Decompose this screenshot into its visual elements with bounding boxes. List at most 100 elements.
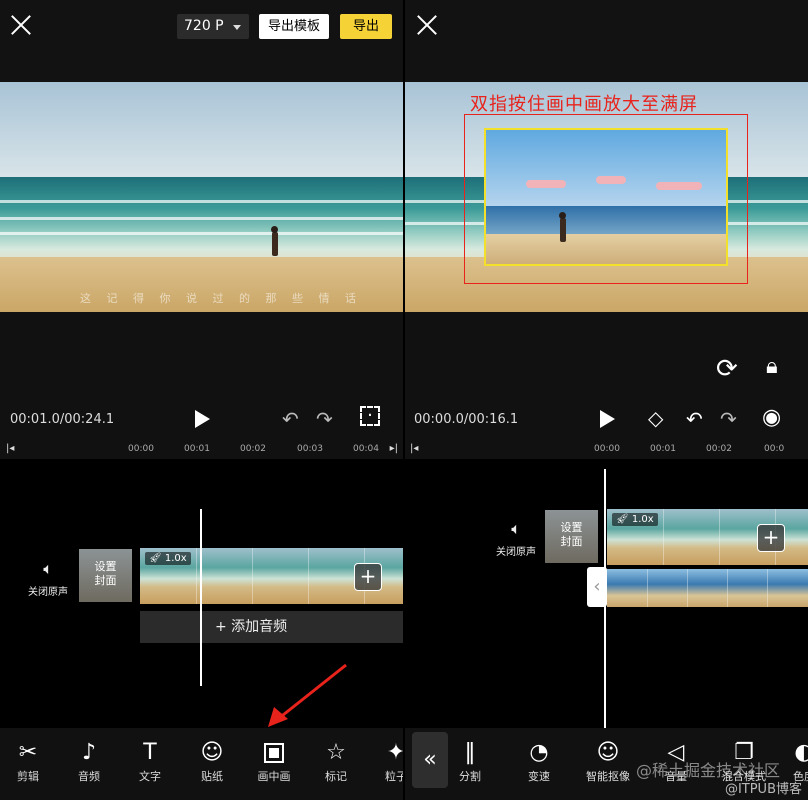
bookmark-icon: ☆	[326, 740, 346, 765]
speed-badge: 🚀︎ 1.0x	[612, 513, 658, 526]
jump-end-icon[interactable]: ▸|	[390, 443, 398, 454]
pip-clip[interactable]	[607, 569, 808, 607]
mute-original-button[interactable]: 🔈︎ 关闭原声	[24, 559, 72, 598]
playhead[interactable]	[604, 469, 606, 728]
ruler-tick: 00:03	[297, 444, 323, 454]
ruler-tick: 00:01	[650, 444, 676, 454]
clip-frame-divider	[647, 569, 648, 607]
tool-label: 贴纸	[201, 770, 223, 783]
walking-person	[271, 226, 278, 256]
ruler-tick: 00:00	[594, 444, 620, 454]
top-bar	[404, 0, 808, 82]
wave-line	[0, 232, 404, 235]
clip-frame-divider	[252, 548, 253, 604]
ruler-tick: 00:0	[764, 444, 785, 454]
tool-audio[interactable]: ♪ 音频	[59, 738, 119, 784]
music-note-icon: ♪	[81, 740, 97, 765]
close-icon[interactable]	[416, 14, 438, 36]
play-icon[interactable]	[600, 410, 615, 428]
wave-line	[0, 200, 404, 203]
tool-mark[interactable]: ☆ 标记	[306, 738, 366, 784]
clip-frame-divider	[687, 569, 688, 607]
pip-sand	[486, 234, 726, 264]
watermark: @ITPUB博客	[724, 782, 802, 797]
speed-badge: 🚀︎ 1.0x	[145, 552, 191, 565]
playback-controls: 00:01.0/00:24.1 ↶ ↷ ·	[0, 400, 404, 440]
tool-picture-in-picture[interactable]: 画中画	[244, 738, 304, 784]
bottom-toolbar: ✂ 剪辑 ♪ 音频 T 文字 ☺ 贴纸 画中画 ☆ 标记 ✦ 粒子	[0, 728, 404, 800]
cloud	[526, 180, 566, 188]
export-template-button[interactable]: 导出模板	[259, 14, 329, 39]
tool-label: 剪辑	[17, 770, 39, 783]
redo-icon[interactable]: ↷	[720, 407, 737, 431]
tool-particle[interactable]: ✦ 粒子	[366, 738, 404, 784]
picture-in-picture-icon	[244, 738, 304, 768]
panel-divider	[403, 0, 405, 800]
wave-line	[0, 217, 404, 220]
keyframe-add-icon[interactable]: ◇	[648, 406, 663, 430]
fullscreen-icon[interactable]: ·	[360, 406, 380, 426]
pip-sea	[486, 206, 726, 236]
walking-person	[559, 212, 566, 242]
add-audio-button[interactable]: + 添加音频	[140, 611, 404, 643]
playback-controls: 00:00.0/00:16.1 ◇ ↶ ↷ ◉	[404, 400, 808, 440]
tool-label: 画中画	[257, 770, 291, 783]
add-clip-button[interactable]: +	[757, 524, 785, 552]
replace-icon[interactable]: ⟳	[716, 354, 738, 384]
split-icon: ‖	[464, 740, 476, 765]
mute-original-button[interactable]: 🔈︎ 关闭原声	[492, 519, 540, 558]
playhead[interactable]	[200, 509, 202, 686]
resolution-value: 720 P	[184, 18, 224, 34]
undo-icon[interactable]: ↶	[282, 407, 299, 431]
export-button[interactable]: 导出	[340, 14, 392, 39]
subtitle-text: 这 记 得 你 说 过 的 那 些 情 话	[80, 292, 362, 305]
red-arrow	[268, 663, 347, 727]
set-cover-button[interactable]: 设置 封面	[79, 549, 132, 602]
cover-label: 设置	[560, 521, 583, 534]
scissors-icon: ✂	[18, 740, 38, 765]
tool-label: 粒子	[385, 770, 404, 783]
eye-icon[interactable]: ◉	[762, 405, 781, 430]
clip-frame-divider	[727, 569, 728, 607]
cloud	[596, 176, 626, 184]
tool-sticker[interactable]: ☺ 贴纸	[182, 738, 242, 784]
tool-smart-cutout[interactable]: ☺ 智能抠像	[578, 738, 638, 784]
text-icon: T	[143, 740, 157, 765]
clip-frame-divider	[767, 569, 768, 607]
close-icon[interactable]	[10, 14, 32, 36]
ruler-tick: 00:02	[240, 444, 266, 454]
speaker-icon: 🔈︎	[43, 559, 53, 578]
ruler-tick: 00:01	[184, 444, 210, 454]
picture-in-picture-layer[interactable]	[484, 128, 728, 266]
jump-start-icon[interactable]: |◂	[6, 443, 14, 454]
cloud	[656, 182, 702, 190]
top-bar: 720 P 导出模板 导出	[0, 0, 404, 82]
ruler-tick: 00:00	[128, 444, 154, 454]
video-preview[interactable]: 双指按住画中画放大至满屏	[404, 82, 808, 312]
tool-speed[interactable]: ◔ 变速	[509, 738, 569, 784]
video-preview[interactable]: 这 记 得 你 说 过 的 那 些 情 话	[0, 82, 404, 312]
add-clip-button[interactable]: +	[354, 563, 382, 591]
left-editor-panel: 720 P 导出模板 导出 这 记 得 你 说 过 的 那 些 情 话 00:0…	[0, 0, 404, 800]
tool-split[interactable]: ‖ 分割	[440, 738, 500, 784]
play-icon[interactable]	[195, 410, 210, 428]
jump-start-icon[interactable]: |◂	[410, 443, 418, 454]
right-editor-panel: 双指按住画中画放大至满屏 ⟳ 🔒︎ 00:00.0/00:16.1 ◇ ↶ ↷ …	[404, 0, 808, 800]
set-cover-button[interactable]: 设置 封面	[545, 510, 598, 563]
speaker-icon: 🔈︎	[511, 519, 521, 538]
resolution-dropdown[interactable]: 720 P	[177, 14, 249, 39]
cover-label: 封面	[560, 535, 583, 548]
undo-icon[interactable]: ↶	[686, 407, 703, 431]
tool-text[interactable]: T 文字	[120, 738, 180, 784]
speed-gauge-icon: ◔	[529, 740, 549, 765]
lock-icon[interactable]: 🔒︎	[766, 354, 778, 379]
cover-label: 设置	[94, 560, 117, 573]
tool-label: 变速	[528, 770, 550, 783]
timecode: 00:00.0/00:16.1	[414, 412, 519, 427]
redo-icon[interactable]: ↷	[316, 407, 333, 431]
timeline-tracks: 🔈︎ 关闭原声 设置 封面 🚀︎ 1.0x + + 添加音频	[0, 459, 404, 728]
mute-label: 关闭原声	[28, 587, 68, 598]
tool-label: 分割	[459, 770, 481, 783]
tool-cut[interactable]: ✂ 剪辑	[0, 738, 58, 784]
tool-label: 智能抠像	[586, 770, 630, 783]
